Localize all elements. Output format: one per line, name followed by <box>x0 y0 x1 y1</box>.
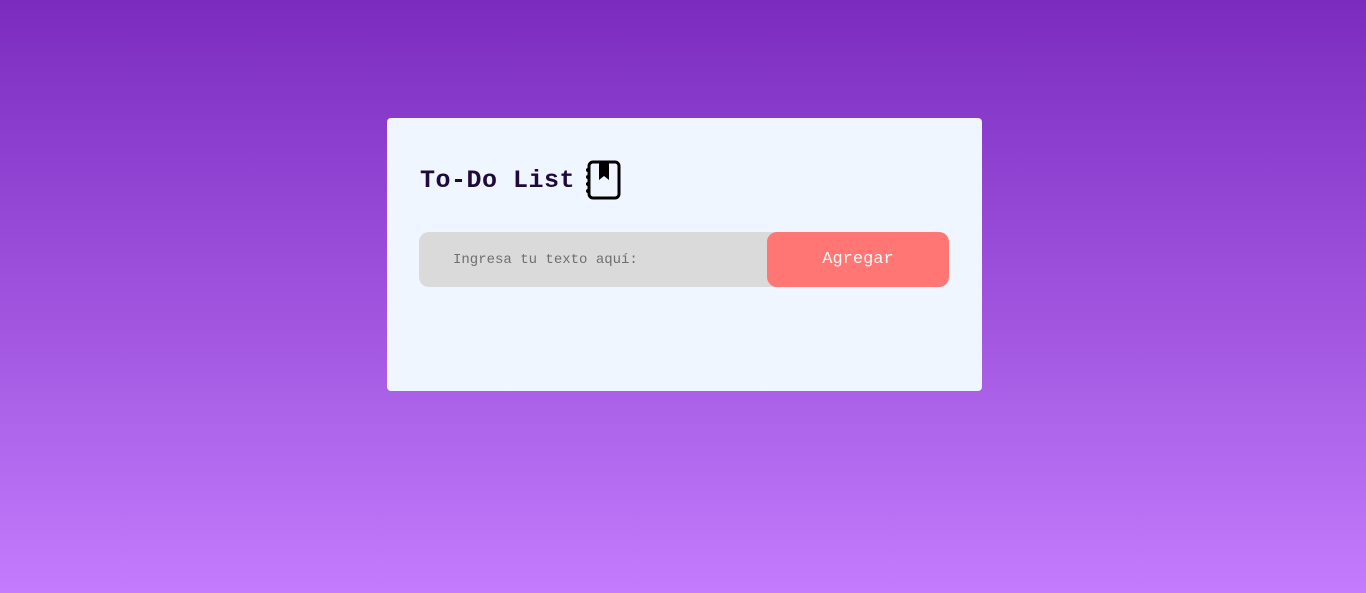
header: To-Do List <box>420 160 621 200</box>
notebook-bookmark-icon <box>585 160 621 200</box>
page-title: To-Do List <box>420 165 576 195</box>
add-button[interactable]: Agregar <box>767 232 949 287</box>
todo-card: To-Do List Agregar <box>387 118 982 391</box>
add-task-row: Agregar <box>419 232 949 287</box>
task-input[interactable] <box>419 232 777 287</box>
